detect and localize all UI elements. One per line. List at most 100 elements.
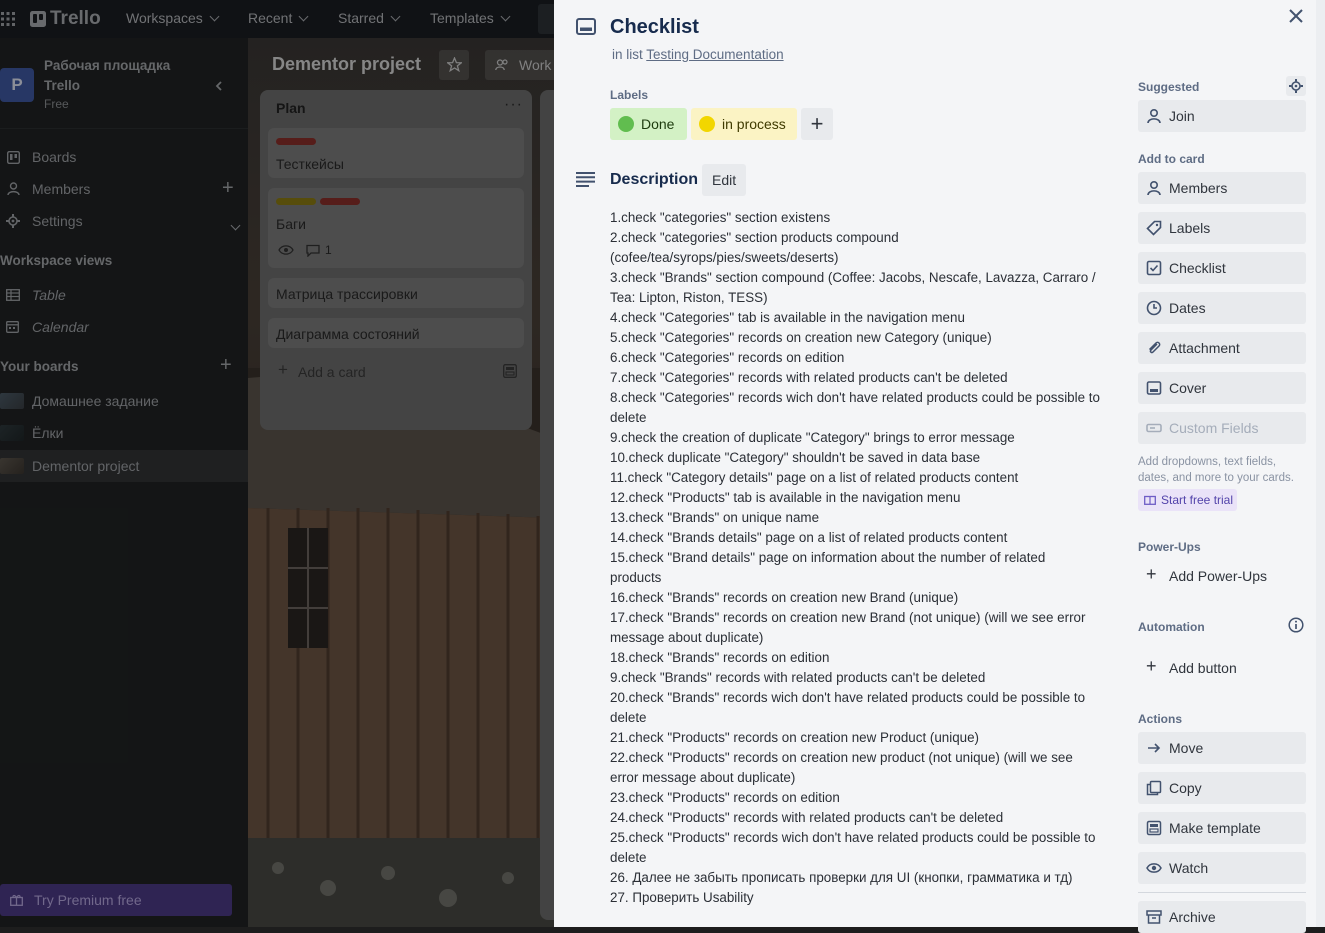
person-icon (1147, 180, 1161, 196)
gift-icon (10, 894, 23, 906)
label-name: in process (722, 116, 786, 132)
make-template-button[interactable]: Make template (1138, 812, 1306, 844)
join-label: Join (1169, 108, 1195, 124)
templates-menu[interactable]: Templates (430, 10, 511, 26)
archive-label: Archive (1169, 909, 1216, 925)
boards-icon (7, 151, 20, 164)
star-board-button[interactable] (439, 50, 469, 80)
create-button[interactable] (538, 4, 554, 34)
description-line: 8.check "Categories" records wich don't … (610, 390, 1100, 405)
description-line: 6.check "Categories" records on edition (610, 350, 845, 365)
board-item-label: Домашнее задание (32, 393, 159, 409)
workspace-visibility-button[interactable]: Work (485, 50, 554, 80)
board-thumbnail (0, 393, 24, 409)
close-button[interactable] (1286, 6, 1306, 26)
add-member-icon[interactable]: + (222, 177, 234, 200)
card[interactable]: Баги 1 (268, 188, 524, 268)
add-power-ups-label: Add Power-Ups (1169, 568, 1268, 584)
description-line: 2.check "categories" section products co… (610, 230, 899, 245)
custom-fields-button[interactable]: Custom Fields (1138, 412, 1306, 444)
board-title[interactable]: Dementor project (272, 54, 421, 75)
card-title: Баги (276, 216, 306, 232)
checklist-button[interactable]: Checklist (1138, 252, 1306, 284)
dates-button[interactable]: Dates (1138, 292, 1306, 324)
list-title[interactable]: Plan (276, 100, 306, 116)
board-item-active[interactable]: Dementor project (0, 450, 248, 482)
workspace-header: P Рабочая площадка Trello Free (0, 38, 248, 129)
recent-menu[interactable]: Recent (248, 10, 309, 26)
app-switcher-icon[interactable] (1, 12, 15, 26)
attachment-button[interactable]: Attachment (1138, 332, 1306, 364)
card-title: Матрица трассировки (276, 286, 418, 302)
modal-scrollbar[interactable] (1316, 0, 1325, 927)
card-title: Диаграмма состояний (276, 326, 420, 342)
add-to-card-title: Add to card (1138, 152, 1205, 166)
chevron-down-icon (298, 11, 309, 22)
label-name: Done (641, 116, 675, 132)
suggested-settings-button[interactable] (1286, 76, 1306, 96)
sidebar-item-calendar[interactable]: Calendar (0, 312, 248, 342)
workspace-avatar[interactable]: P (0, 68, 34, 102)
members-button[interactable]: Members (1138, 172, 1306, 204)
add-label-button[interactable]: + (801, 108, 833, 140)
workspaces-label: Workspaces (126, 10, 203, 26)
edit-description-button[interactable]: Edit (702, 164, 746, 196)
sidebar-item-table[interactable]: Table (0, 280, 248, 310)
chevron-down-icon[interactable] (230, 220, 241, 231)
card-title[interactable]: Checklist (610, 16, 699, 39)
join-button[interactable]: Join (1138, 100, 1306, 132)
card[interactable]: Диаграмма состояний (268, 318, 524, 348)
description-line: 22.check "Products" records on creation … (610, 750, 1073, 765)
label-in-process[interactable]: in process (691, 108, 797, 140)
trial-icon (1144, 495, 1156, 505)
checklist-icon (1146, 260, 1162, 276)
try-premium-button[interactable]: Try Premium free (0, 884, 232, 916)
add-power-ups-button[interactable]: + Add Power-Ups (1138, 560, 1306, 592)
sidebar-item-label: Members (32, 181, 91, 197)
start-free-trial-label: Start free trial (1161, 493, 1234, 507)
label-done[interactable]: Done (610, 108, 687, 140)
board-item[interactable]: Ёлки (0, 418, 248, 448)
sidebar-item-settings[interactable]: Settings (0, 206, 248, 236)
tag-icon (1146, 220, 1162, 236)
copy-button[interactable]: Copy (1138, 772, 1306, 804)
gear-icon (1289, 79, 1303, 93)
workspaces-menu[interactable]: Workspaces (126, 10, 220, 26)
workspace-name[interactable]: Рабочая площадка Trello (44, 56, 170, 96)
sidebar-item-boards[interactable]: Boards (0, 142, 248, 172)
cover-button[interactable]: Cover (1138, 372, 1306, 404)
move-button[interactable]: Move (1138, 732, 1306, 764)
create-from-template-icon[interactable] (503, 364, 517, 378)
description-line: 25.check "Products" records wich don't h… (610, 830, 1096, 845)
card-title: Тесткейсы (276, 156, 344, 172)
list-menu-icon[interactable]: ··· (504, 96, 523, 114)
description-line: delete (610, 710, 647, 725)
description-line: 12.check "Products" tab is available in … (610, 490, 961, 505)
add-card-button[interactable]: + Add a card (268, 358, 488, 386)
archive-button[interactable]: Archive (1138, 901, 1306, 933)
workspace-visibility-label: Work (519, 57, 552, 73)
chevron-down-icon (390, 11, 401, 22)
comment-icon (306, 244, 320, 257)
sidebar-item-label: Table (32, 287, 66, 303)
list-name-link[interactable]: Testing Documentation (646, 47, 783, 62)
labels-button[interactable]: Labels (1138, 212, 1306, 244)
actions-divider (1138, 892, 1306, 893)
checklist-label: Checklist (1169, 260, 1226, 276)
start-free-trial-button[interactable]: Start free trial (1138, 489, 1237, 511)
info-icon[interactable] (1288, 617, 1304, 633)
watch-button[interactable]: Watch (1138, 852, 1306, 884)
actions-title: Actions (1138, 712, 1183, 726)
add-button-button[interactable]: + Add button (1138, 652, 1306, 684)
add-board-icon[interactable]: + (220, 354, 232, 377)
starred-menu[interactable]: Starred (338, 10, 401, 26)
card[interactable]: Матрица трассировки (268, 278, 524, 308)
add-card-label: Add a card (298, 364, 366, 380)
board-item[interactable]: Домашнее задание (0, 386, 248, 416)
card[interactable]: Тесткейсы (268, 128, 524, 178)
sidebar-item-members[interactable]: Members + (0, 174, 248, 204)
description-title: Description (610, 171, 699, 188)
workspace-plan: Free (44, 97, 69, 111)
settings-gear-icon (6, 214, 20, 228)
collapse-sidebar-icon[interactable] (214, 78, 224, 91)
